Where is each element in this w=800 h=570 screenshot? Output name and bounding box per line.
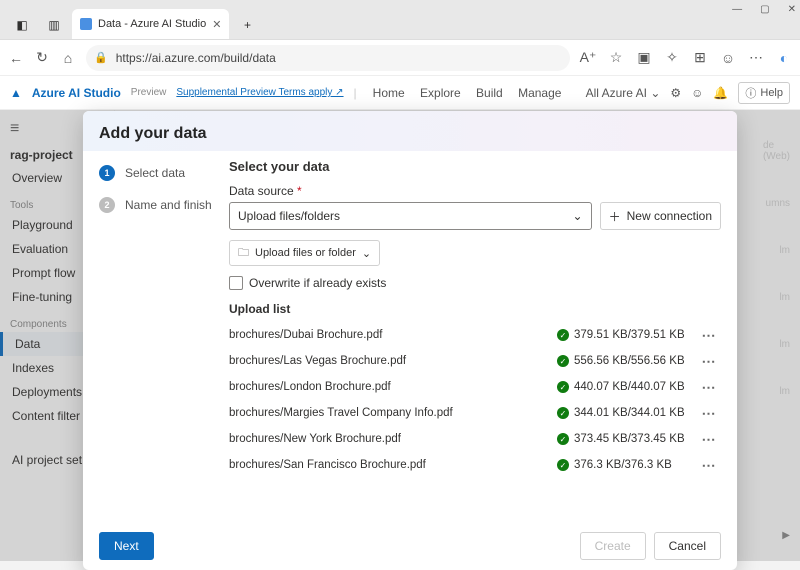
azure-favicon-icon bbox=[80, 18, 92, 30]
chevron-down-icon: ⌄ bbox=[362, 247, 371, 260]
upload-list: brochures/Dubai Brochure.pdf ✓ 379.51 KB… bbox=[229, 322, 721, 478]
row-more-icon[interactable]: ⋯ bbox=[697, 457, 721, 474]
status-ok-icon: ✓ bbox=[557, 355, 569, 367]
url-text: https://ai.azure.com/build/data bbox=[116, 51, 276, 65]
new-tab-button[interactable]: + bbox=[233, 11, 261, 39]
row-more-icon[interactable]: ⋯ bbox=[697, 353, 721, 370]
feedback-icon[interactable]: ☺ bbox=[691, 86, 703, 100]
file-size: 379.51 KB/379.51 KB bbox=[574, 329, 685, 341]
tab-title: Data - Azure AI Studio bbox=[98, 18, 206, 30]
url-input[interactable]: 🔒 https://ai.azure.com/build/data bbox=[86, 45, 570, 71]
back-icon[interactable]: ← bbox=[8, 50, 24, 66]
nav-build[interactable]: Build bbox=[476, 86, 503, 100]
file-name: brochures/Margies Travel Company Info.pd… bbox=[229, 407, 557, 419]
file-size: 344.01 KB/344.01 KB bbox=[574, 407, 685, 419]
step-name-finish[interactable]: 2 Name and finish bbox=[99, 197, 229, 213]
azure-logo-icon: ▲ bbox=[10, 86, 22, 100]
window-maximize-icon[interactable]: ▢ bbox=[760, 4, 769, 15]
addons-icon[interactable]: ⊞ bbox=[692, 50, 708, 66]
upload-row: brochures/New York Brochure.pdf ✓ 373.45… bbox=[229, 426, 721, 452]
browser-tab[interactable]: Data - Azure AI Studio ✕ bbox=[72, 9, 229, 39]
row-more-icon[interactable]: ⋯ bbox=[697, 431, 721, 448]
file-size: 556.56 KB/556.56 KB bbox=[574, 355, 685, 367]
scope-dropdown[interactable]: All Azure AI ⌄ bbox=[586, 86, 661, 100]
step-1-dot-icon: 1 bbox=[99, 165, 115, 181]
file-size: 376.3 KB/376.3 KB bbox=[574, 459, 672, 471]
status-ok-icon: ✓ bbox=[557, 433, 569, 445]
cancel-button[interactable]: Cancel bbox=[654, 532, 721, 560]
file-name: brochures/London Brochure.pdf bbox=[229, 381, 557, 393]
step-2-dot-icon: 2 bbox=[99, 197, 115, 213]
folder-icon: 🗀 bbox=[238, 244, 249, 263]
upload-row: brochures/Las Vegas Brochure.pdf ✓ 556.5… bbox=[229, 348, 721, 374]
create-button: Create bbox=[580, 532, 646, 560]
row-more-icon[interactable]: ⋯ bbox=[697, 405, 721, 422]
preview-terms-link[interactable]: Supplemental Preview Terms apply ↗ bbox=[176, 87, 343, 98]
status-ok-icon: ✓ bbox=[557, 459, 569, 471]
upload-list-label: Upload list bbox=[229, 302, 721, 316]
profile-icon[interactable]: ☺ bbox=[720, 50, 736, 66]
new-connection-button[interactable]: ＋ New connection bbox=[600, 202, 721, 230]
overwrite-checkbox[interactable] bbox=[229, 276, 243, 290]
wizard-steps: 1 Select data 2 Name and finish bbox=[99, 159, 229, 522]
tab-close-icon[interactable]: ✕ bbox=[212, 18, 221, 31]
section-heading: Select your data bbox=[229, 159, 721, 174]
add-data-modal: Add your data 1 Select data 2 Name and f… bbox=[83, 111, 737, 570]
nav-explore[interactable]: Explore bbox=[420, 86, 461, 100]
file-name: brochures/Dubai Brochure.pdf bbox=[229, 329, 557, 341]
copilot-icon[interactable]: ◐ bbox=[776, 50, 792, 66]
window-close-icon[interactable]: ✕ bbox=[788, 4, 796, 15]
help-button[interactable]: ⓘ Help bbox=[738, 82, 790, 104]
notifications-icon[interactable]: 🔔 bbox=[713, 86, 728, 100]
vertical-tabs-icon[interactable]: ▥ bbox=[40, 11, 68, 39]
upload-row: brochures/London Brochure.pdf ✓ 440.07 K… bbox=[229, 374, 721, 400]
plus-icon: ＋ bbox=[609, 208, 621, 225]
modal-title: Add your data bbox=[99, 125, 721, 143]
refresh-icon[interactable]: ↻ bbox=[34, 50, 50, 66]
status-ok-icon: ✓ bbox=[557, 381, 569, 393]
app-brand[interactable]: Azure AI Studio bbox=[32, 86, 121, 100]
data-source-select[interactable]: Upload files/folders ⌄ bbox=[229, 202, 592, 230]
home-icon[interactable]: ⌂ bbox=[60, 50, 76, 66]
nav-home[interactable]: Home bbox=[373, 86, 405, 100]
more-icon[interactable]: ⋯ bbox=[748, 50, 764, 66]
next-button[interactable]: Next bbox=[99, 532, 154, 560]
favorite-icon[interactable]: ☆ bbox=[608, 50, 624, 66]
settings-icon[interactable]: ⚙ bbox=[670, 86, 681, 100]
lock-icon: 🔒 bbox=[94, 51, 108, 64]
file-size: 373.45 KB/373.45 KB bbox=[574, 433, 685, 445]
data-source-label: Data source * bbox=[229, 184, 721, 198]
window-minimize-icon[interactable]: — bbox=[732, 4, 742, 15]
chevron-down-icon: ⌄ bbox=[573, 209, 583, 223]
upload-row: brochures/Dubai Brochure.pdf ✓ 379.51 KB… bbox=[229, 322, 721, 348]
file-size: 440.07 KB/440.07 KB bbox=[574, 381, 685, 393]
file-name: brochures/San Francisco Brochure.pdf bbox=[229, 459, 557, 471]
row-more-icon[interactable]: ⋯ bbox=[697, 327, 721, 344]
extensions-icon[interactable]: ✧ bbox=[664, 50, 680, 66]
status-ok-icon: ✓ bbox=[557, 329, 569, 341]
file-name: brochures/Las Vegas Brochure.pdf bbox=[229, 355, 557, 367]
read-aloud-icon[interactable]: A⁺ bbox=[580, 50, 596, 66]
collections-icon[interactable]: ▣ bbox=[636, 50, 652, 66]
upload-row: brochures/San Francisco Brochure.pdf ✓ 3… bbox=[229, 452, 721, 478]
browser-address-bar: ← ↻ ⌂ 🔒 https://ai.azure.com/build/data … bbox=[0, 40, 800, 76]
upload-row: brochures/Margies Travel Company Info.pd… bbox=[229, 400, 721, 426]
upload-files-button[interactable]: 🗀 Upload files or folder ⌄ bbox=[229, 240, 380, 266]
file-name: brochures/New York Brochure.pdf bbox=[229, 433, 557, 445]
step-select-data[interactable]: 1 Select data bbox=[99, 165, 229, 181]
nav-manage[interactable]: Manage bbox=[518, 86, 561, 100]
workspaces-icon[interactable]: ◧ bbox=[8, 11, 36, 39]
preview-badge: Preview bbox=[131, 87, 167, 98]
overwrite-label: Overwrite if already exists bbox=[249, 276, 386, 290]
row-more-icon[interactable]: ⋯ bbox=[697, 379, 721, 396]
app-header: ▲ Azure AI Studio Preview Supplemental P… bbox=[0, 76, 800, 110]
status-ok-icon: ✓ bbox=[557, 407, 569, 419]
browser-tab-strip: ◧ ▥ Data - Azure AI Studio ✕ + — ▢ ✕ bbox=[0, 0, 800, 40]
